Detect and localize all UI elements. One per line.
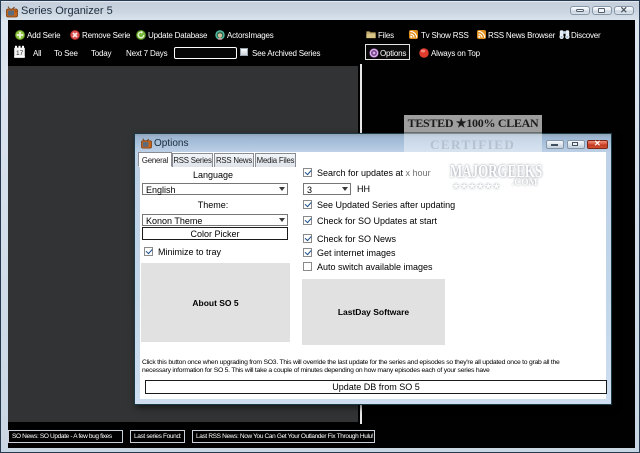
svg-text:17: 17 — [16, 50, 24, 57]
